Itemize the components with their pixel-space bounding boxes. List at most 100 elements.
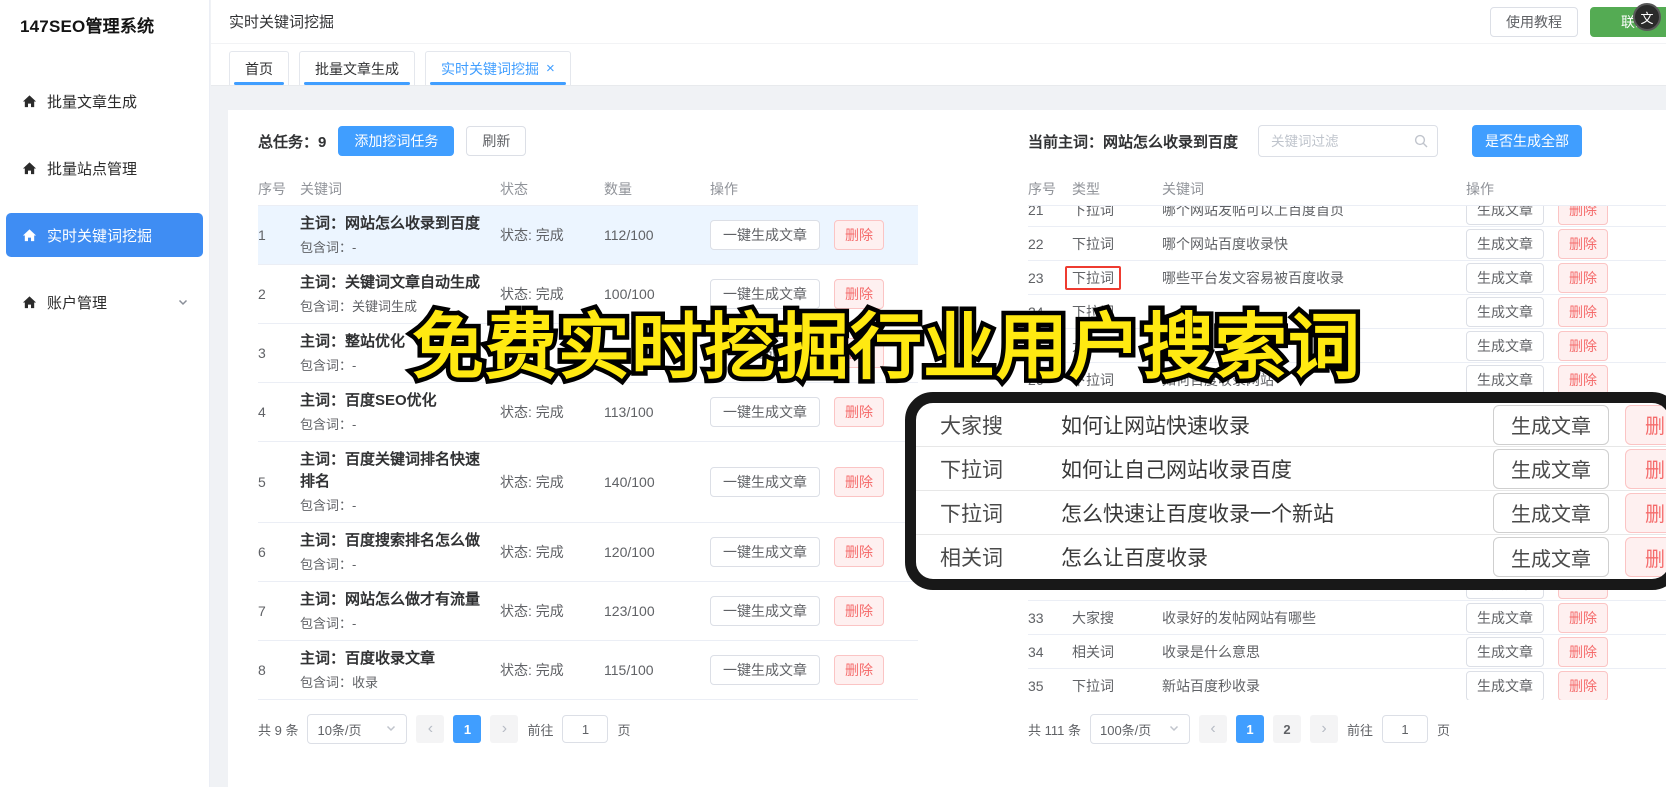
generate-article-button[interactable]: 生成文章	[1466, 602, 1544, 633]
col-header-type: 类型	[1072, 180, 1100, 197]
app-root: 147SEO管理系统 批量文章生成 批量站点管理 实时关键词挖掘 账户管理 实时关键词…	[0, 0, 1666, 787]
keyword-text: 如何让自己网站收录百度	[1061, 458, 1292, 482]
search-icon	[1414, 134, 1428, 153]
sidebar-item-realtime-keyword[interactable]: 实时关键词挖掘	[6, 213, 203, 257]
delete-button[interactable]: 删除	[1558, 206, 1608, 225]
delete-button[interactable]: 删除	[834, 537, 884, 567]
delete-button[interactable]: 删除	[834, 655, 884, 685]
red-highlight-box: 下拉词	[1065, 265, 1121, 290]
sidebar-item-label: 账户管理	[47, 294, 108, 312]
add-task-button[interactable]: 添加挖词任务	[338, 126, 455, 156]
task-total: 总任务：9	[258, 131, 326, 152]
keyword-toolbar: 当前主词：网站怎么收录到百度 是否生成全部	[1028, 125, 1666, 157]
generate-all-button[interactable]: 是否生成全部	[1472, 125, 1583, 157]
sidebar-item-account[interactable]: 账户管理	[6, 280, 203, 324]
page-number-button[interactable]: 2	[1272, 715, 1301, 743]
task-num: 2	[258, 286, 266, 302]
delete-button[interactable]: 删除	[1558, 228, 1608, 259]
next-page-button[interactable]: ›	[1309, 715, 1338, 743]
tab-3[interactable]: 实时关键词挖掘 ×	[425, 51, 571, 85]
keyword-num: 33	[1028, 609, 1044, 626]
current-main-word-label: 当前主词：	[1028, 133, 1104, 151]
sidebar-item-batch-site[interactable]: 批量站点管理	[6, 146, 203, 190]
delete-button[interactable]: 删除	[834, 467, 884, 497]
task-qty: 120/100	[604, 544, 655, 560]
task-row: 7 主词：网站怎么做才有流量 包含词：- 状态: 完成 123/100 一键生成文章 删除	[258, 582, 918, 641]
generate-article-button[interactable]: 生成文章	[1493, 492, 1609, 533]
refresh-button[interactable]: 刷新	[466, 126, 527, 156]
keyword-text: 新站百度秒收录	[1162, 677, 1260, 694]
task-status: 状态: 完成	[500, 474, 564, 490]
pagination-total: 共 111 条	[1028, 722, 1081, 738]
sidebar-item-batch-article[interactable]: 批量文章生成	[6, 79, 203, 123]
next-page-button[interactable]: ›	[490, 715, 519, 743]
task-num: 8	[258, 662, 266, 678]
delete-button[interactable]: 删除	[1558, 636, 1608, 667]
col-header-keyword: 关键词	[1162, 180, 1204, 197]
col-header-action: 操作	[1466, 180, 1494, 197]
keyword-table-header: 序号 类型 关键词 操作	[1028, 172, 1666, 206]
app-logo: 147SEO管理系统	[20, 17, 155, 36]
generate-article-button[interactable]: 生成文章	[1466, 296, 1544, 327]
translate-icon[interactable]: 文	[1633, 3, 1661, 31]
chevron-down-icon	[385, 722, 397, 737]
generate-article-button[interactable]: 一键生成文章	[710, 397, 820, 427]
generate-article-button[interactable]: 一键生成文章	[710, 655, 820, 685]
delete-button[interactable]: 删除	[1558, 602, 1608, 633]
generate-article-button[interactable]: 生成文章	[1466, 206, 1544, 225]
tab-2[interactable]: 批量文章生成	[299, 51, 415, 85]
generate-article-button[interactable]: 一键生成文章	[710, 596, 820, 626]
task-num: 6	[258, 544, 266, 560]
generate-article-button[interactable]: 生成文章	[1466, 262, 1544, 293]
keyword-filter-input[interactable]	[1258, 125, 1439, 157]
delete-button[interactable]: 删除	[1625, 492, 1666, 533]
delete-button[interactable]: 删除	[1558, 296, 1608, 327]
keyword-actions: 生成文章删除	[1466, 364, 1666, 395]
task-actions: 一键生成文章 删除	[710, 537, 918, 567]
prev-page-button[interactable]: ‹	[1198, 715, 1227, 743]
generate-article-button[interactable]: 一键生成文章	[710, 220, 820, 250]
delete-button[interactable]: 删除	[1558, 262, 1608, 293]
tab-1[interactable]: 首页	[229, 51, 289, 85]
generate-article-button[interactable]: 一键生成文章	[710, 537, 820, 567]
delete-button[interactable]: 删除	[834, 596, 884, 626]
delete-button[interactable]: 删除	[834, 220, 884, 250]
generate-article-button[interactable]: 生成文章	[1466, 228, 1544, 259]
goto-page-input[interactable]	[562, 715, 609, 743]
generate-article-button[interactable]: 生成文章	[1493, 448, 1609, 489]
page-size-select[interactable]: 10条/页	[307, 714, 408, 744]
keyword-text: 收录是什么意思	[1162, 643, 1260, 660]
goto-page-input[interactable]	[1382, 715, 1428, 743]
delete-button[interactable]: 删除	[1558, 670, 1608, 700]
task-keyword: 主词：百度搜索排名怎么做	[300, 532, 481, 549]
task-keyword-cell: 主词：网站怎么做才有流量 包含词：-	[300, 589, 500, 633]
close-icon[interactable]: ×	[546, 61, 555, 76]
generate-article-button[interactable]: 生成文章	[1466, 330, 1544, 361]
delete-button[interactable]: 删除	[1558, 330, 1608, 361]
generate-article-button[interactable]: 生成文章	[1466, 636, 1544, 667]
tab-label: 首页	[245, 60, 273, 77]
task-keyword-cell: 主词：百度搜索排名怎么做 包含词：-	[300, 530, 500, 574]
task-row: 5 主词：百度关键词排名快速排名 包含词：- 状态: 完成 140/100 一键生成文章删…	[258, 442, 918, 523]
delete-button[interactable]: 删除	[1558, 364, 1608, 395]
generate-article-button[interactable]: 生成文章	[1493, 537, 1609, 577]
task-include-words: 包含词：-	[300, 417, 357, 432]
delete-button[interactable]: 删除	[1625, 448, 1666, 489]
generate-article-button[interactable]: 生成文章	[1493, 404, 1609, 445]
page-number-button[interactable]: 1	[1235, 715, 1264, 743]
delete-button[interactable]: 删除	[1625, 537, 1666, 577]
page-number-button[interactable]: 1	[453, 715, 482, 743]
tutorial-button[interactable]: 使用教程	[1490, 6, 1578, 37]
task-include-words: 包含词：-	[300, 616, 357, 631]
generate-article-button[interactable]: 生成文章	[1466, 364, 1544, 395]
delete-button[interactable]: 删除	[1625, 404, 1666, 445]
col-header-num: 序号	[258, 180, 286, 197]
delete-button[interactable]: 删除	[834, 397, 884, 427]
overlay-headline: 免费实时挖掘行业用户搜索词	[407, 304, 1364, 393]
generate-article-button[interactable]: 生成文章	[1466, 670, 1544, 700]
generate-article-button[interactable]: 一键生成文章	[710, 467, 820, 497]
page-size-select[interactable]: 100条/页	[1089, 714, 1190, 744]
keyword-actions: 生成文章删除	[1466, 330, 1666, 361]
prev-page-button[interactable]: ‹	[416, 715, 445, 743]
task-keyword: 主词：百度收录文章	[300, 650, 436, 667]
